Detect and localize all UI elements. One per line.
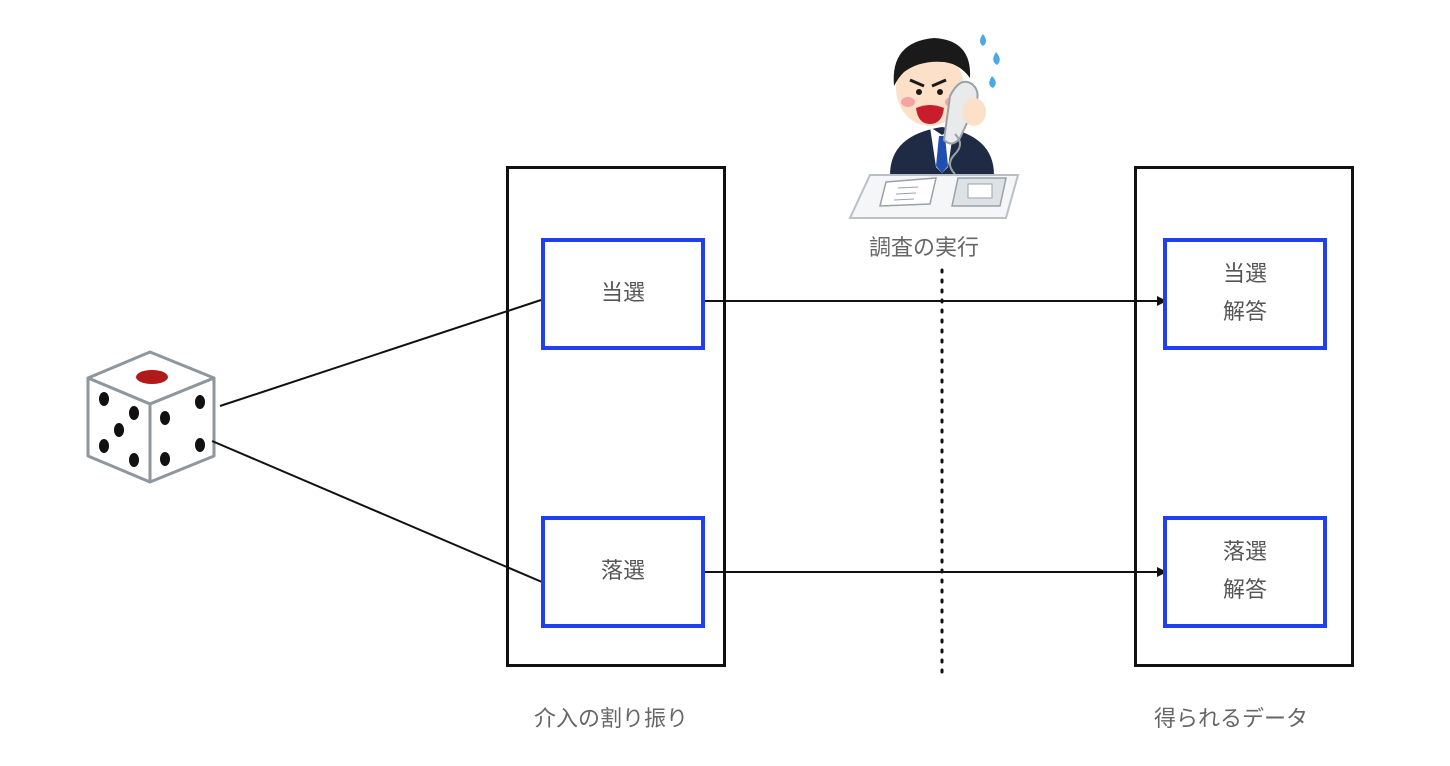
assignment-lose-label: 落選 [600, 559, 645, 584]
result-win-line1: 当選 [1222, 262, 1267, 287]
result-win-line2: 解答 [1222, 300, 1267, 325]
result-lose-line2: 解答 [1222, 578, 1267, 603]
assignment-lose-box: 落選 [541, 516, 705, 628]
result-lose-box: 落選 解答 [1163, 516, 1327, 628]
assignment-label: 介入の割り振り [534, 707, 689, 732]
assignment-win-label: 当選 [600, 281, 645, 306]
result-lose-line1: 落選 [1222, 540, 1267, 565]
businessman-on-phone-icon [848, 34, 1020, 219]
dice-icon [86, 350, 216, 484]
connector-dice-lose [211, 440, 550, 586]
connector-dice-win [219, 299, 542, 407]
result-win-box: 当選 解答 [1163, 238, 1327, 350]
obtained-data-label: 得られるデータ [1154, 707, 1309, 732]
assignment-win-box: 当選 [541, 238, 705, 350]
survey-label: 調査の実行 [869, 236, 980, 261]
